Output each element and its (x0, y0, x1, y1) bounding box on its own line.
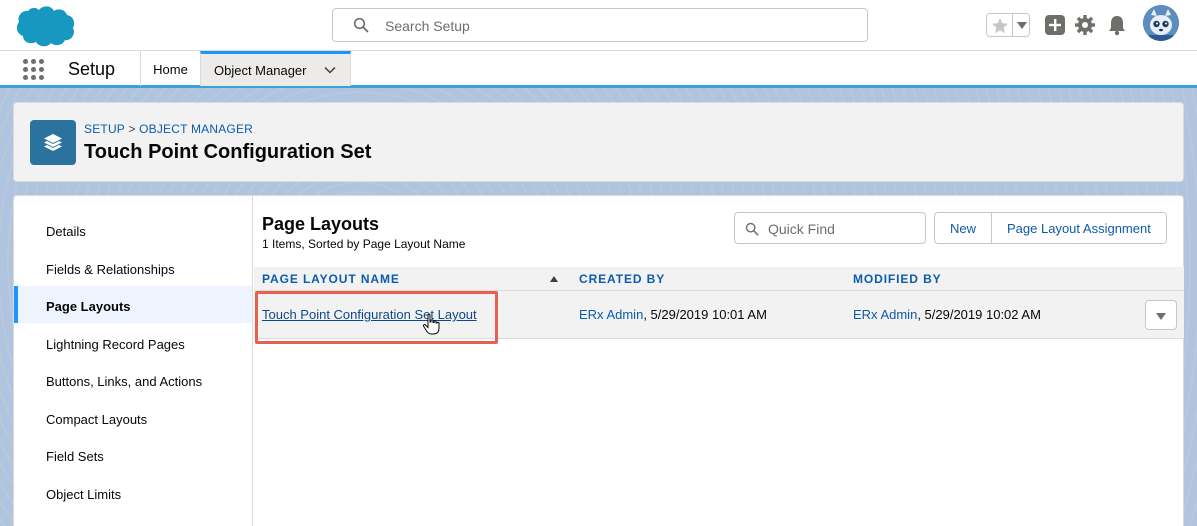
favorites-dropdown-icon[interactable] (1017, 22, 1027, 29)
star-icon[interactable] (989, 15, 1011, 37)
tab-object-manager[interactable]: Object Manager (200, 51, 351, 86)
tab-home[interactable]: Home (140, 51, 200, 86)
new-button[interactable]: New (935, 213, 991, 243)
sort-ascending-icon[interactable] (550, 276, 558, 282)
sidebar-item-object-limits[interactable]: Object Limits (14, 474, 252, 511)
user-avatar[interactable] (1143, 5, 1179, 41)
global-header: Search Setup (0, 0, 1197, 51)
modified-by-cell: ERx Admin, 5/29/2019 10:02 AM (853, 307, 1041, 322)
hand-pointer-cursor-icon (422, 313, 440, 335)
page-layout-assignment-button[interactable]: Page Layout Assignment (991, 213, 1166, 243)
add-icon[interactable] (1044, 14, 1066, 36)
sidebar-item-details[interactable]: Details (14, 211, 252, 248)
sidebar-item-record-types[interactable]: Record Types (14, 511, 252, 526)
breadcrumb: SETUP > OBJECT MANAGER (84, 122, 253, 136)
global-search-input[interactable]: Search Setup (332, 8, 868, 42)
app-launcher-icon[interactable] (23, 59, 45, 81)
main-card: Details Fields & Relationships Page Layo… (13, 195, 1184, 526)
object-page-header: SETUP > OBJECT MANAGER Touch Point Confi… (13, 102, 1184, 182)
chevron-down-icon (1156, 313, 1166, 320)
sidebar-item-field-sets[interactable]: Field Sets (14, 436, 252, 473)
row-actions-button[interactable] (1145, 300, 1177, 330)
sidebar-item-lightning-record-pages[interactable]: Lightning Record Pages (14, 324, 252, 361)
quick-find-placeholder: Quick Find (768, 221, 835, 237)
page-layout-name-cell: Touch Point Configuration Set Layout (262, 307, 477, 322)
object-layers-icon (30, 120, 76, 165)
breadcrumb-setup[interactable]: SETUP (84, 122, 125, 136)
column-header-modified-by[interactable]: MODIFIED BY (853, 272, 942, 286)
divider (1012, 14, 1013, 36)
page-layouts-panel: Page Layouts 1 Items, Sorted by Page Lay… (254, 196, 1184, 526)
column-header-created-by[interactable]: CREATED BY (579, 272, 665, 286)
search-icon (745, 222, 759, 236)
sidebar-item-fields-relationships[interactable]: Fields & Relationships (14, 249, 252, 286)
panel-subtitle: 1 Items, Sorted by Page Layout Name (262, 237, 466, 251)
context-bar: Setup Home Object Manager (0, 51, 1197, 88)
modified-at-text: , 5/29/2019 10:02 AM (917, 307, 1041, 322)
sidebar-item-compact-layouts[interactable]: Compact Layouts (14, 399, 252, 436)
favorites-button-group (986, 13, 1030, 37)
breadcrumb-separator: > (128, 122, 136, 136)
panel-title: Page Layouts (262, 214, 380, 234)
gear-icon[interactable] (1074, 14, 1096, 36)
chevron-down-icon[interactable] (324, 64, 336, 76)
created-by-cell: ERx Admin, 5/29/2019 10:01 AM (579, 307, 767, 322)
page-layout-link[interactable]: Touch Point Configuration Set Layout (262, 307, 477, 322)
action-button-group: New Page Layout Assignment (934, 212, 1167, 244)
sidebar-item-buttons-links-actions[interactable]: Buttons, Links, and Actions (14, 361, 252, 398)
bell-icon[interactable] (1106, 14, 1128, 36)
quick-find-input[interactable]: Quick Find (734, 212, 926, 244)
column-header-page-layout-name[interactable]: PAGE LAYOUT NAME (262, 272, 400, 286)
search-icon (353, 17, 369, 33)
breadcrumb-object-manager[interactable]: OBJECT MANAGER (139, 122, 253, 136)
created-by-user-link[interactable]: ERx Admin (579, 307, 643, 322)
created-at-text: , 5/29/2019 10:01 AM (643, 307, 767, 322)
app-name: Setup (68, 59, 116, 79)
sidebar-item-page-layouts[interactable]: Page Layouts (14, 286, 252, 323)
search-placeholder: Search Setup (385, 18, 470, 34)
table-header: PAGE LAYOUT NAME CREATED BY MODIFIED BY (254, 267, 1184, 291)
salesforce-logo-icon[interactable] (14, 4, 76, 48)
object-sidebar: Details Fields & Relationships Page Layo… (14, 196, 253, 526)
table-row: Touch Point Configuration Set Layout ERx… (254, 291, 1184, 339)
tab-object-manager-label: Object Manager (214, 63, 307, 78)
modified-by-user-link[interactable]: ERx Admin (853, 307, 917, 322)
page-title: Touch Point Configuration Set (84, 141, 372, 163)
